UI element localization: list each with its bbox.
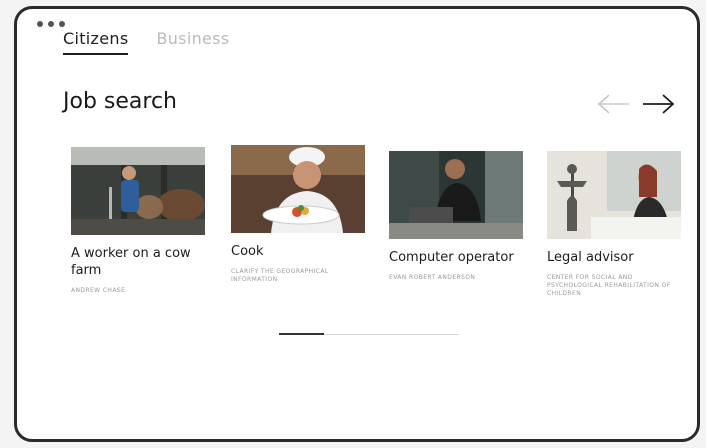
arrow-left-icon[interactable] bbox=[597, 93, 631, 115]
job-title: Legal advisor bbox=[547, 250, 634, 265]
job-title: Cook bbox=[231, 244, 264, 259]
job-title: Computer operator bbox=[389, 250, 514, 265]
carousel-progress[interactable] bbox=[279, 333, 459, 337]
section-title: Job search bbox=[63, 89, 177, 114]
tab-citizens[interactable]: Citizens bbox=[63, 29, 129, 55]
device-frame: Citizens Business Job search A worker on… bbox=[14, 6, 700, 442]
photo-farm-worker bbox=[71, 147, 205, 235]
window-dot[interactable] bbox=[59, 21, 65, 27]
job-card-cook[interactable]: Cook Clarify the geographical informatio… bbox=[231, 145, 365, 284]
photo-computer-operator bbox=[389, 151, 523, 239]
window-dot[interactable] bbox=[37, 21, 43, 27]
tab-business[interactable]: Business bbox=[156, 29, 229, 55]
job-card-legal-advisor[interactable]: Legal advisor CENTER FOR SOCIAL AND PSYC… bbox=[547, 151, 681, 298]
window-controls bbox=[37, 21, 65, 27]
job-title: A worker on a cow farm bbox=[71, 246, 191, 278]
arrow-right-icon[interactable] bbox=[641, 93, 675, 115]
job-employer: Clarify the geographical information bbox=[231, 268, 329, 283]
progress-thumb bbox=[279, 333, 324, 335]
job-employer: EVAN ROBERT ANDERSON bbox=[389, 274, 476, 281]
job-employer: CENTER FOR SOCIAL AND PSYCHOLOGICAL REHA… bbox=[547, 274, 671, 297]
audience-tabs: Citizens Business bbox=[63, 29, 229, 55]
job-card-computer-operator[interactable]: Computer operator EVAN ROBERT ANDERSON bbox=[389, 151, 523, 282]
carousel-nav bbox=[597, 93, 675, 115]
job-employer: ANDREW CHASE bbox=[71, 287, 126, 294]
job-card-cow-farm[interactable]: A worker on a cow farm ANDREW CHASE bbox=[71, 147, 205, 295]
window-dot[interactable] bbox=[48, 21, 54, 27]
photo-chef bbox=[231, 145, 365, 233]
photo-legal-advisor bbox=[547, 151, 681, 239]
